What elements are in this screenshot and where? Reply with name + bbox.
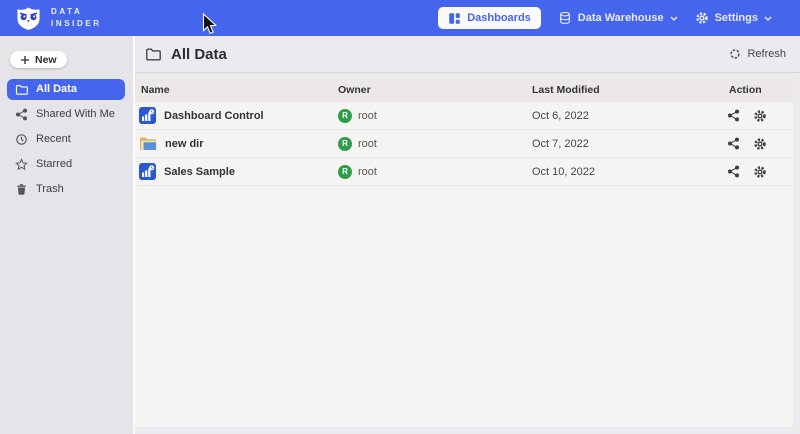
sidebar-item-label: Trash [36, 183, 64, 195]
sidebar: New All Data Shared With Me [0, 36, 133, 434]
sidebar-item-shared-with-me[interactable]: Shared With Me [7, 104, 125, 125]
sidebar-item-trash[interactable]: Trash [7, 179, 125, 200]
refresh-icon [729, 48, 741, 60]
chart-file-icon [139, 163, 156, 180]
owner-avatar: R [338, 165, 352, 179]
sidebar-item-label: Starred [36, 158, 72, 170]
last-modified: Oct 10, 2022 [526, 166, 723, 178]
sidebar-item-recent[interactable]: Recent [7, 129, 125, 150]
owner-name: root [358, 138, 377, 150]
trash-icon [15, 183, 28, 196]
table-header-row: Name Owner Last Modified Action [135, 77, 793, 102]
refresh-button[interactable]: Refresh [729, 48, 786, 60]
share-icon[interactable] [727, 109, 740, 122]
page-header: All Data Refresh [135, 36, 800, 73]
file-name: Dashboard Control [164, 110, 264, 122]
owner-avatar: R [338, 109, 352, 123]
folder-icon [145, 46, 161, 62]
sidebar-nav: All Data Shared With Me [0, 79, 133, 200]
settings-label: Settings [715, 12, 758, 24]
database-icon [558, 11, 572, 25]
sidebar-item-all-data[interactable]: All Data [7, 79, 125, 100]
file-name: Sales Sample [164, 166, 235, 178]
folder-icon [15, 83, 28, 96]
table-row[interactable]: Dashboard Control R root Oct 6, 2022 [135, 102, 793, 130]
refresh-label: Refresh [747, 48, 786, 60]
file-name: new dir [165, 138, 204, 150]
star-icon [15, 158, 28, 171]
owner-avatar: R [338, 137, 352, 151]
file-table: Name Owner Last Modified Action [135, 77, 793, 427]
chevron-down-icon [764, 16, 772, 21]
new-button-label: New [35, 54, 57, 66]
owl-logo-icon [16, 6, 41, 31]
last-modified: Oct 6, 2022 [526, 110, 723, 122]
sidebar-item-label: Recent [36, 133, 71, 145]
column-header-action: Action [723, 84, 793, 96]
clock-icon [15, 133, 28, 146]
chart-file-icon [139, 107, 156, 124]
dashboards-button[interactable]: Dashboards [438, 7, 541, 29]
dashboards-label: Dashboards [467, 12, 531, 24]
owner-name: root [358, 166, 377, 178]
sidebar-item-label: Shared With Me [36, 108, 115, 120]
table-row[interactable]: new dir R root Oct 7, 2022 [135, 130, 793, 158]
owner-name: root [358, 110, 377, 122]
sidebar-item-label: All Data [36, 83, 77, 95]
column-header-owner: Owner [332, 84, 526, 96]
app-logo: DATA INSIDER [16, 6, 102, 31]
share-icon[interactable] [727, 137, 740, 150]
top-bar: DATA INSIDER Dashboards [0, 0, 800, 36]
data-warehouse-menu[interactable]: Data Warehouse [558, 11, 678, 25]
plus-icon [20, 55, 30, 65]
settings-menu[interactable]: Settings [695, 11, 772, 25]
new-button[interactable]: New [10, 51, 67, 68]
gear-icon[interactable] [753, 165, 767, 179]
column-header-name: Name [135, 84, 332, 96]
share-icon[interactable] [727, 165, 740, 178]
app-name: DATA INSIDER [51, 6, 102, 30]
top-navigation: Dashboards Data Warehouse [438, 7, 772, 29]
share-icon [15, 108, 28, 121]
folder-file-icon [139, 136, 157, 151]
last-modified: Oct 7, 2022 [526, 138, 723, 150]
main-content: All Data Refresh Name Owner Last Modifie… [133, 36, 800, 434]
gear-icon[interactable] [753, 109, 767, 123]
gear-icon [695, 11, 709, 25]
gear-icon[interactable] [753, 137, 767, 151]
page-title: All Data [171, 46, 227, 63]
sidebar-item-starred[interactable]: Starred [7, 154, 125, 175]
data-warehouse-label: Data Warehouse [578, 12, 664, 24]
chevron-down-icon [670, 16, 678, 21]
column-header-last-modified: Last Modified [526, 84, 723, 96]
table-row[interactable]: Sales Sample R root Oct 10, 2022 [135, 158, 793, 186]
dashboard-icon [448, 12, 461, 25]
